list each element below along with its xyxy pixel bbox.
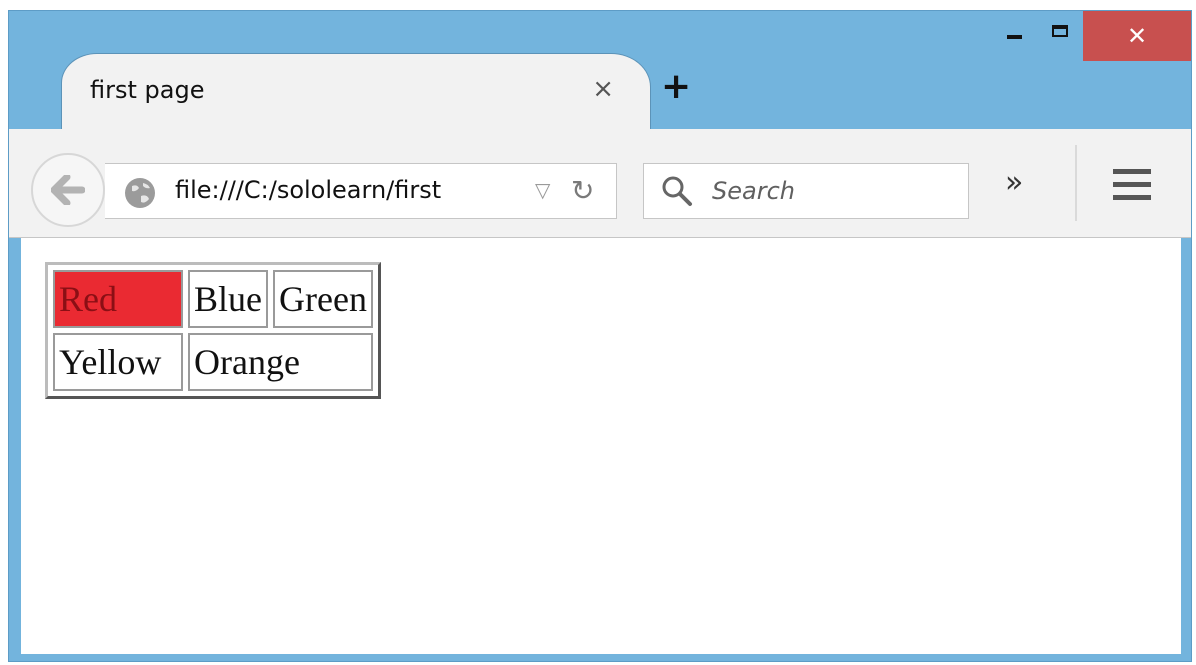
table-row: Yellow Orange [53, 333, 373, 391]
maximize-icon [1052, 25, 1068, 37]
back-button[interactable] [31, 153, 105, 227]
minimize-button[interactable] [991, 11, 1037, 51]
search-input[interactable]: Search [643, 163, 969, 219]
table-row: Red Blue Green [53, 270, 373, 328]
table-cell-yellow: Yellow [53, 333, 183, 391]
back-arrow-icon [51, 175, 85, 205]
tab-title: first page [90, 76, 205, 104]
minimize-icon [1006, 35, 1022, 39]
maximize-button[interactable] [1037, 11, 1083, 51]
new-tab-button[interactable]: + [661, 69, 691, 105]
search-icon [662, 176, 692, 206]
hamburger-menu-icon[interactable] [1113, 169, 1151, 208]
search-placeholder: Search [712, 177, 795, 205]
window-controls: ✕ [991, 11, 1191, 61]
navigation-toolbar: file:///C:/sololearn/first ▽ ↻ Search » [9, 129, 1191, 238]
table-cell-red: Red [53, 270, 183, 328]
globe-icon [125, 178, 155, 208]
url-dropdown-icon[interactable]: ▽ [535, 178, 550, 202]
tab-close-icon[interactable]: × [592, 74, 614, 104]
close-icon: ✕ [1126, 22, 1148, 50]
table-cell-orange: Orange [188, 333, 373, 391]
color-table: Red Blue Green Yellow Orange [45, 262, 381, 399]
url-text: file:///C:/sololearn/first [175, 176, 442, 204]
overflow-chevron-icon[interactable]: » [1005, 165, 1023, 200]
address-bar[interactable]: file:///C:/sololearn/first ▽ ↻ [105, 163, 617, 219]
page-content: Red Blue Green Yellow Orange [21, 238, 1181, 654]
tab-first-page[interactable]: first page × [61, 53, 651, 133]
table-cell-green: Green [273, 270, 373, 328]
toolbar-divider [1075, 145, 1077, 221]
browser-window: ✕ first page × + file:///C:/sololearn/fi… [8, 10, 1192, 662]
reload-icon[interactable]: ↻ [571, 174, 594, 207]
table-cell-blue: Blue [188, 270, 268, 328]
close-window-button[interactable]: ✕ [1083, 11, 1191, 61]
